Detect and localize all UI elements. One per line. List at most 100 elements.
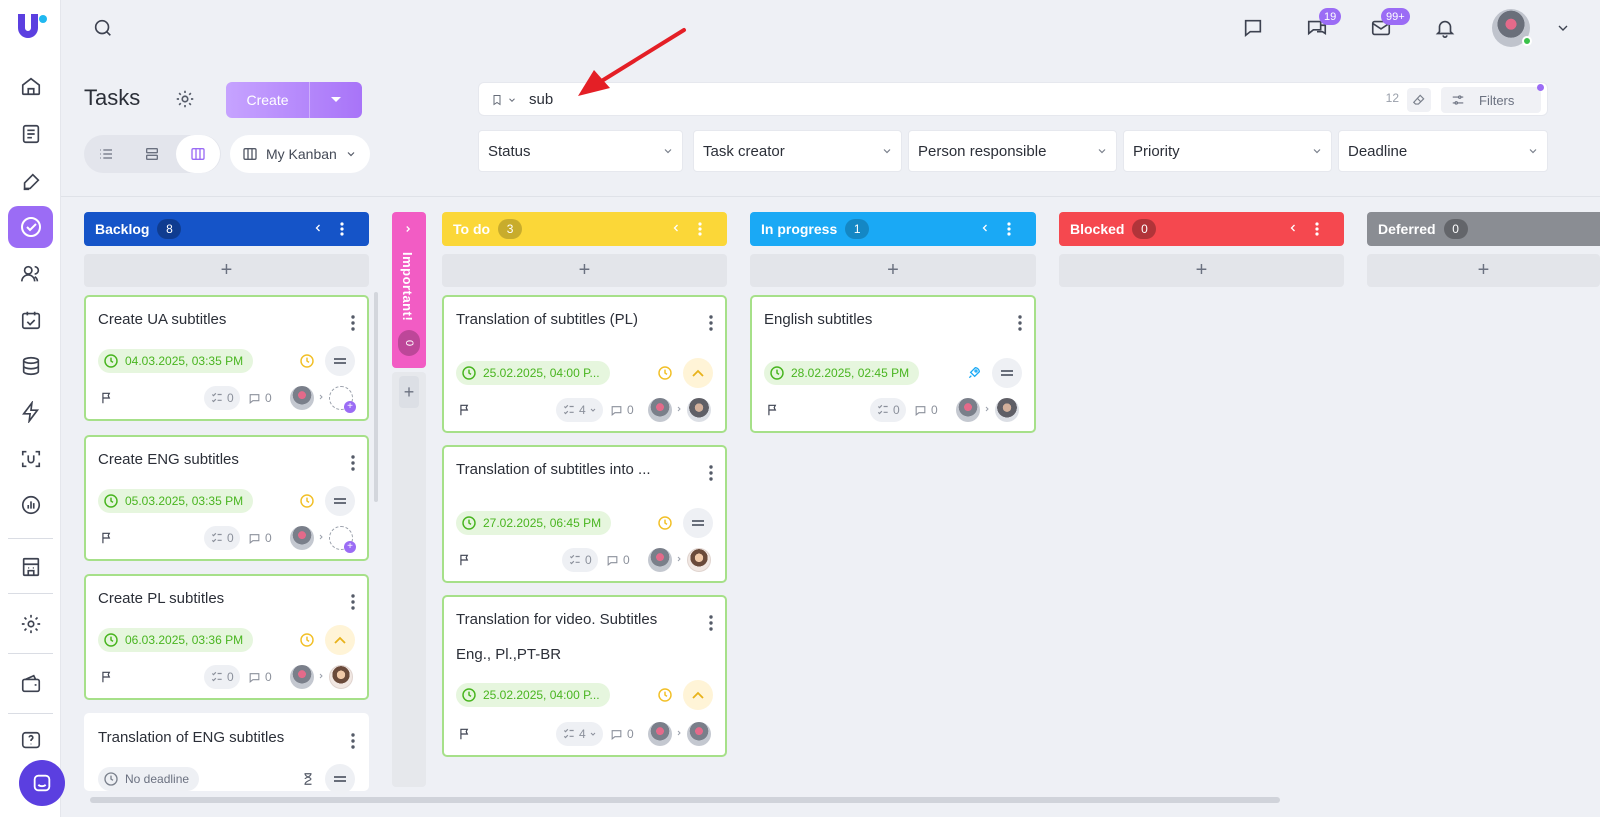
app-logo[interactable] bbox=[14, 10, 48, 44]
task-card[interactable]: English subtitles 28.02.2025, 02:45 PM 0… bbox=[750, 295, 1036, 433]
comments-count[interactable]: 0 bbox=[248, 670, 272, 684]
assignee-avatar[interactable] bbox=[329, 665, 353, 689]
task-title[interactable]: Create ENG subtitles bbox=[98, 451, 338, 468]
assign-person-icon[interactable]: + bbox=[329, 526, 356, 553]
deadline-pill[interactable]: 27.02.2025, 06:45 PM bbox=[456, 511, 612, 535]
subtasks-chip[interactable]: 0 bbox=[204, 526, 240, 550]
subtasks-chip[interactable]: 0 bbox=[870, 398, 906, 422]
nav-automation-icon[interactable] bbox=[8, 391, 53, 433]
kanban-selector[interactable]: My Kanban bbox=[230, 135, 370, 173]
priority-medium-icon[interactable] bbox=[992, 358, 1022, 388]
nav-database-icon[interactable] bbox=[8, 345, 53, 387]
card-menu-kebab-icon[interactable] bbox=[351, 315, 355, 331]
priority-medium-icon[interactable] bbox=[325, 486, 355, 516]
subtasks-chip[interactable]: 4 bbox=[556, 398, 603, 422]
nav-help-icon[interactable] bbox=[8, 720, 53, 762]
mail-icon[interactable]: 99+ bbox=[1367, 8, 1410, 42]
clear-search-eraser-icon[interactable] bbox=[1407, 88, 1431, 112]
page-settings-gear-icon[interactable] bbox=[174, 88, 196, 110]
collapse-chevron-left-icon[interactable] bbox=[670, 222, 682, 234]
hourglass-icon[interactable] bbox=[301, 771, 315, 787]
nav-tasks-icon[interactable] bbox=[8, 206, 53, 248]
time-tracking-clock-icon[interactable] bbox=[299, 632, 315, 648]
saved-searches-bookmark-icon[interactable] bbox=[485, 89, 523, 111]
priority-high-icon[interactable] bbox=[683, 358, 713, 388]
time-tracking-clock-icon[interactable] bbox=[657, 365, 673, 381]
creator-avatar[interactable] bbox=[290, 665, 314, 689]
time-tracking-clock-icon[interactable] bbox=[299, 353, 315, 369]
card-menu-kebab-icon[interactable] bbox=[351, 594, 355, 610]
add-task-important-button[interactable]: + bbox=[399, 376, 419, 408]
assignee-avatar[interactable] bbox=[995, 398, 1019, 422]
subtasks-chip[interactable]: 0 bbox=[204, 386, 240, 410]
subtasks-chip[interactable]: 4 bbox=[556, 722, 603, 746]
column-header-todo[interactable]: To do 3 bbox=[442, 212, 727, 246]
kanban-view-icon[interactable] bbox=[176, 135, 220, 173]
notifications-bell-icon[interactable] bbox=[1431, 14, 1459, 42]
flag-icon[interactable] bbox=[100, 531, 114, 545]
column-menu-kebab-icon[interactable] bbox=[340, 222, 344, 236]
task-title[interactable]: Create PL subtitles bbox=[98, 590, 338, 607]
subtasks-chip[interactable]: 0 bbox=[562, 548, 598, 572]
status-filter[interactable]: Status bbox=[478, 130, 683, 172]
nav-settings-icon[interactable] bbox=[8, 603, 53, 645]
add-task-blocked-button[interactable]: + bbox=[1059, 254, 1344, 287]
global-search-icon[interactable] bbox=[89, 14, 117, 42]
flag-icon[interactable] bbox=[458, 403, 472, 417]
flag-icon[interactable] bbox=[766, 403, 780, 417]
card-menu-kebab-icon[interactable] bbox=[351, 733, 355, 749]
deadline-pill[interactable]: 28.02.2025, 02:45 PM bbox=[764, 361, 920, 385]
task-title[interactable]: Translation of ENG subtitles bbox=[98, 729, 338, 746]
board-horizontal-scrollbar[interactable] bbox=[90, 797, 1280, 803]
task-card[interactable]: Create UA subtitles 04.03.2025, 03:35 PM… bbox=[84, 295, 369, 421]
deadline-pill[interactable]: 04.03.2025, 03:35 PM bbox=[98, 349, 254, 373]
flag-icon[interactable] bbox=[458, 727, 472, 741]
nav-analytics-icon[interactable] bbox=[8, 484, 53, 526]
person-responsible-filter[interactable]: Person responsible bbox=[908, 130, 1117, 172]
column-header-deferred[interactable]: Deferred 0 bbox=[1367, 212, 1600, 246]
compact-view-icon[interactable] bbox=[130, 135, 174, 173]
important-column-collapsed[interactable]: Important! 0 bbox=[392, 212, 426, 368]
creator-avatar[interactable] bbox=[648, 548, 672, 572]
add-task-backlog-button[interactable]: + bbox=[84, 254, 369, 287]
assign-person-icon[interactable]: + bbox=[329, 386, 356, 413]
time-tracking-clock-icon[interactable] bbox=[657, 687, 673, 703]
create-button-label[interactable]: Create bbox=[226, 82, 310, 118]
task-title[interactable]: Translation for video. Subtitles bbox=[456, 611, 696, 628]
priority-medium-icon[interactable] bbox=[325, 346, 355, 376]
expand-chevron-right-icon[interactable] bbox=[403, 224, 413, 234]
nav-edit-icon[interactable] bbox=[8, 161, 53, 203]
creator-avatar[interactable] bbox=[956, 398, 980, 422]
deadline-pill[interactable]: No deadline bbox=[98, 767, 200, 791]
task-card[interactable]: Translation for video. Subtitles Eng., P… bbox=[442, 595, 727, 757]
backlog-scrollbar[interactable] bbox=[374, 292, 378, 502]
priority-high-icon[interactable] bbox=[325, 625, 355, 655]
flag-icon[interactable] bbox=[100, 391, 114, 405]
support-chat-button[interactable] bbox=[19, 760, 65, 806]
task-title[interactable]: Create UA subtitles bbox=[98, 311, 338, 328]
deadline-pill[interactable]: 05.03.2025, 03:35 PM bbox=[98, 489, 254, 513]
task-title[interactable]: Translation of subtitles into ... bbox=[456, 461, 686, 478]
collapse-chevron-left-icon[interactable] bbox=[979, 222, 991, 234]
column-menu-kebab-icon[interactable] bbox=[1007, 222, 1011, 236]
nav-calendar-icon[interactable] bbox=[8, 299, 53, 341]
card-menu-kebab-icon[interactable] bbox=[1018, 315, 1022, 331]
task-card[interactable]: Translation of subtitles into ... 27.02.… bbox=[442, 445, 727, 583]
column-header-in-progress[interactable]: In progress 1 bbox=[750, 212, 1036, 246]
card-menu-kebab-icon[interactable] bbox=[351, 455, 355, 471]
list-view-icon[interactable] bbox=[84, 135, 128, 173]
deadline-pill[interactable]: 25.02.2025, 04:00 P... bbox=[456, 683, 610, 707]
messages-icon[interactable] bbox=[1239, 14, 1267, 42]
card-menu-kebab-icon[interactable] bbox=[709, 315, 713, 331]
time-tracking-clock-icon[interactable] bbox=[657, 515, 673, 531]
user-menu-chevron-icon[interactable] bbox=[1549, 14, 1577, 42]
task-title[interactable]: English subtitles bbox=[764, 311, 1004, 328]
deadline-pill[interactable]: 06.03.2025, 03:36 PM bbox=[98, 628, 254, 652]
nav-wallet-icon[interactable] bbox=[8, 663, 53, 705]
task-card[interactable]: Translation of subtitles (PL) 25.02.2025… bbox=[442, 295, 727, 433]
add-task-in-progress-button[interactable]: + bbox=[750, 254, 1036, 287]
task-creator-filter[interactable]: Task creator bbox=[693, 130, 902, 172]
comments-count[interactable]: 0 bbox=[610, 403, 634, 417]
rocket-icon[interactable] bbox=[966, 365, 982, 381]
column-header-backlog[interactable]: Backlog 8 bbox=[84, 212, 369, 246]
